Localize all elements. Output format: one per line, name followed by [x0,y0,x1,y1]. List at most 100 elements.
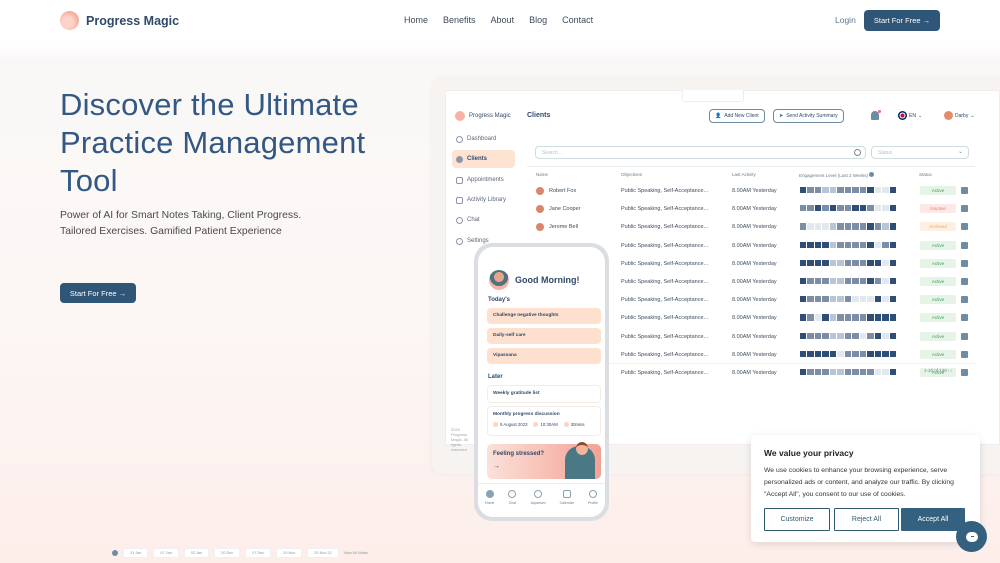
uk-flag-icon [898,111,907,120]
engagement-cell [867,350,874,357]
status-select[interactable]: Status ⌄ [871,146,969,159]
duration: 30mins [564,422,585,427]
archive-icon[interactable] [961,296,968,304]
accept-all-button[interactable]: Accept All [901,508,965,531]
view-all-notes-link[interactable]: View All Notes [344,551,368,555]
archive-icon[interactable] [961,314,968,322]
archive-icon[interactable] [961,278,968,285]
engagement-cell [889,369,896,376]
date-chip[interactable]: 07 Dec [245,548,272,558]
engagement-cell [800,332,807,339]
engagement-cell [837,350,844,357]
user-menu[interactable]: Darby ⌄ [944,111,975,120]
sidebar-item-dashboard[interactable]: Dashboard [452,130,515,148]
sidebar-item-appointments[interactable]: Appointments [452,171,515,189]
engagement-cell [889,314,896,321]
archive-icon[interactable] [961,205,968,213]
archive-icon[interactable] [961,223,968,231]
table-row[interactable]: Jerome Bell Public Speaking, Self-Accepta… [527,218,975,236]
last-activity: 8.00AM Yesterday [732,206,777,213]
sidebar-label: Chat [467,217,480,223]
engagement-cell [844,259,852,266]
sidebar-label: Clients [467,156,488,162]
status-badge: Active [920,331,956,341]
task-item[interactable]: Daily-self care [487,328,601,344]
archive-icon[interactable] [961,259,968,267]
start-for-free-button[interactable]: Start For Free → [864,10,940,31]
engagement-level [800,205,896,212]
tab-chat[interactable]: Chat [508,490,517,517]
task-item[interactable]: Challenge negative thoughts [487,308,601,324]
table-row[interactable]: Jane Cooper Public Speaking, Self-Accepta… [527,200,975,218]
avatar [489,270,509,290]
nav-home[interactable]: Home [404,15,428,25]
chat-widget-button[interactable] [956,521,987,552]
engagement-cell [867,259,874,266]
last-activity: 8.00AM Yesterday [732,351,777,358]
tab-label: Calendar [559,501,574,505]
engagement-cell [807,278,814,285]
date-chip[interactable]: 07 Jan [153,548,179,558]
engagement-cell [889,187,896,194]
date-chip[interactable]: 20 Nov 22 [307,548,339,558]
tab-home[interactable]: Home [485,490,494,517]
task-item[interactable]: Vipassana [487,348,601,364]
engagement-cell [807,259,814,266]
nav-benefits[interactable]: Benefits [443,15,476,25]
engagement-cell [822,350,829,357]
next-page-icon[interactable]: › [951,368,953,373]
engagement-cell [889,223,896,230]
objectives: Public Speaking, Self-Acceptance... [621,297,709,304]
tab-label: Profile [587,501,598,505]
last-activity: 8.00AM Yesterday [732,279,777,285]
engagement-cell [882,332,889,339]
engagement-cell [882,278,889,285]
hero-start-for-free-button[interactable]: Start For Free → [60,283,136,303]
engagement-cell [874,314,882,321]
date-chip[interactable]: 20 Dec [214,548,241,558]
archive-icon[interactable] [961,332,968,340]
tab-calendar[interactable]: Calendar [560,490,574,517]
search-input[interactable]: Search... [535,146,866,159]
engagement-cell [814,350,822,357]
send-activity-summary-button[interactable]: ➤ Send Activity Summary [773,109,844,123]
tab-aquarium[interactable]: Aquarium [531,490,546,517]
table-row[interactable]: Robert Fox Public Speaking, Self-Acceptan… [527,182,975,200]
later-item[interactable]: Weekly gratitude list [487,385,601,403]
col-objectives: Objectives [621,172,643,177]
client-name: Robert Fox [536,187,576,195]
customize-button[interactable]: Customize [764,508,830,531]
reject-all-button[interactable]: Reject All [834,508,899,531]
archive-icon[interactable] [961,350,968,358]
add-new-client-button[interactable]: 👤 Add New Client [709,109,765,123]
later-item[interactable]: Monthly progress discussion 9 August 202… [487,406,601,436]
engagement-cell [837,205,844,212]
date-chip[interactable]: 31 Jan [123,548,149,558]
archive-icon[interactable] [961,369,968,376]
date-chip[interactable]: 02 Jan [183,548,210,558]
sidebar-item-chat[interactable]: Chat [452,211,515,229]
engagement-cell [859,314,867,321]
engagement-cell [844,332,852,339]
nav-about[interactable]: About [491,15,515,25]
brand-logo[interactable]: Progress Magic [60,11,179,30]
archive-icon[interactable] [961,241,968,249]
engagement-cell [889,332,896,339]
nav-contact[interactable]: Contact [562,15,593,25]
date-chip[interactable]: 20 Nov [276,548,303,558]
sidebar-item-clients[interactable]: Clients [452,150,515,168]
engagement-cell [844,350,852,357]
nav-blog[interactable]: Blog [529,15,547,25]
tab-profile[interactable]: Profile [588,490,598,517]
feeling-stressed-card[interactable]: Feeling stressed? → [487,442,601,479]
language-selector[interactable]: EN ⌄ [898,111,922,120]
archive-icon[interactable] [961,187,968,194]
bell-icon[interactable] [871,110,881,120]
login-link[interactable]: Login [835,15,856,25]
engagement-cell [822,205,829,212]
engagement-cell [874,296,882,303]
objectives: Public Speaking, Self-Acceptance... [621,370,709,376]
sidebar-item-activity-library[interactable]: Activity Library [452,191,515,209]
hero-title: Discover the Ultimate Practice Managemen… [60,87,366,198]
prev-page-icon[interactable]: ‹ [948,368,950,373]
